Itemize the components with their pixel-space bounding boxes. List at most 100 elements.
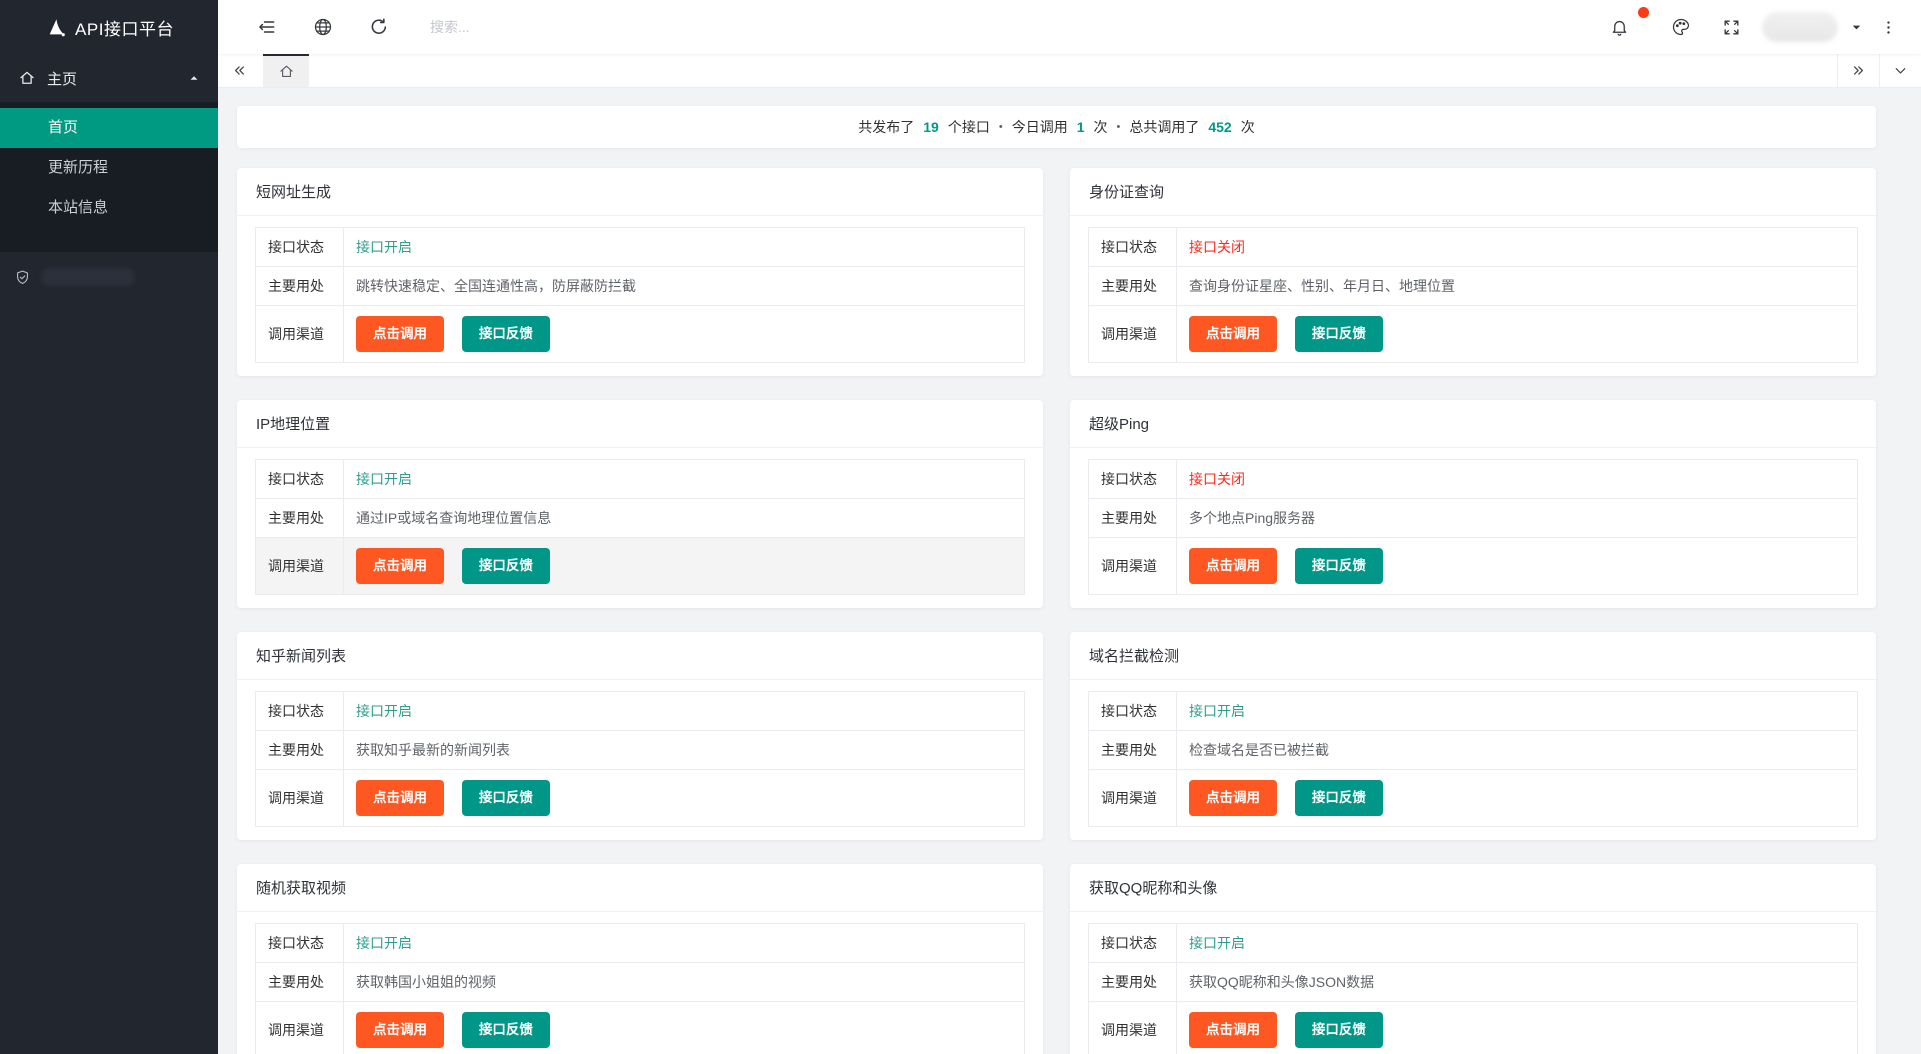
usage-value: 查询身份证星座、性别、年月日、地理位置: [1176, 266, 1858, 306]
sidebar-item-changelog[interactable]: 更新历程: [0, 148, 218, 188]
stats-bar: 共发布了 19 个接口 • 今日调用 1 次 • 总共调用了 452 次: [237, 106, 1876, 148]
api-card: 短网址生成 接口状态 接口开启 主要用处 跳转快速稳定、全国连通性高，防屏蔽防拦…: [237, 168, 1043, 376]
api-card-title: 知乎新闻列表: [237, 632, 1043, 680]
api-card: 获取QQ昵称和头像 接口状态 接口开启 主要用处 获取QQ昵称和头像JSON数据…: [1070, 864, 1876, 1054]
sidebar-item-home-group[interactable]: 主页: [0, 54, 218, 102]
stats-total-prefix: 总共调用了: [1129, 119, 1200, 135]
stats-today-count: 1: [1076, 119, 1085, 135]
caret-up-icon: [188, 72, 200, 84]
call-api-button[interactable]: 点击调用: [1189, 1012, 1277, 1048]
usage-label: 主要用处: [1088, 498, 1177, 538]
stats-separator: •: [998, 121, 1003, 133]
table-row-channel: 调用渠道 点击调用 接口反馈: [255, 537, 1025, 595]
table-row-channel: 调用渠道 点击调用 接口反馈: [1088, 305, 1858, 363]
theme-palette-button[interactable]: [1662, 8, 1700, 46]
usage-value: 通过IP或域名查询地理位置信息: [343, 498, 1025, 538]
api-card-body: 接口状态 接口开启 主要用处 通过IP或域名查询地理位置信息 调用渠道 点击调用…: [237, 448, 1043, 608]
globe-icon[interactable]: [304, 8, 342, 46]
call-api-button[interactable]: 点击调用: [356, 1012, 444, 1048]
usage-value: 跳转快速稳定、全国连通性高，防屏蔽防拦截: [343, 266, 1025, 306]
api-card: 超级Ping 接口状态 接口关闭 主要用处 多个地点Ping服务器 调用渠道 点…: [1070, 400, 1876, 608]
api-feedback-button[interactable]: 接口反馈: [461, 548, 550, 584]
api-card-table: 接口状态 接口关闭 主要用处 查询身份证星座、性别、年月日、地理位置 调用渠道 …: [1088, 227, 1858, 363]
table-row-channel: 调用渠道 点击调用 接口反馈: [1088, 769, 1858, 827]
call-api-button[interactable]: 点击调用: [1189, 548, 1277, 584]
status-value: 接口开启: [343, 691, 1025, 731]
sidebar-item-index[interactable]: 首页: [0, 108, 218, 148]
api-feedback-button[interactable]: 接口反馈: [1294, 548, 1383, 584]
api-feedback-button[interactable]: 接口反馈: [461, 1012, 550, 1048]
avatar[interactable]: [1762, 12, 1838, 42]
top-header: [218, 0, 1921, 54]
table-row-usage: 主要用处 多个地点Ping服务器: [1088, 498, 1858, 538]
channel-label: 调用渠道: [1088, 1001, 1177, 1054]
table-row-channel: 调用渠道 点击调用 接口反馈: [255, 305, 1025, 363]
api-card-body: 接口状态 接口关闭 主要用处 多个地点Ping服务器 调用渠道 点击调用 接口反…: [1070, 448, 1876, 608]
sidebar-item-site-info[interactable]: 本站信息: [0, 188, 218, 228]
stats-separator: •: [1116, 121, 1121, 133]
search-input[interactable]: [430, 19, 1600, 35]
tabs-scroll-left-icon[interactable]: [218, 54, 260, 87]
refresh-icon[interactable]: [360, 8, 398, 46]
api-card-title: 域名拦截检测: [1070, 632, 1876, 680]
table-row-status: 接口状态 接口开启: [255, 227, 1025, 267]
status-label: 接口状态: [1088, 227, 1177, 267]
table-row-status: 接口状态 接口关闭: [1088, 459, 1858, 499]
tab-home[interactable]: [263, 54, 309, 87]
usage-value: 获取知乎最新的新闻列表: [343, 730, 1025, 770]
tabs-menu-chevron-icon[interactable]: [1879, 54, 1921, 87]
table-row-channel: 调用渠道 点击调用 接口反馈: [255, 1001, 1025, 1054]
status-value: 接口开启: [1176, 691, 1858, 731]
notification-dot: [1638, 7, 1649, 18]
sidebar: API接口平台 主页 首页 更新历程 本站信息: [0, 0, 218, 1054]
more-options-icon[interactable]: [1875, 8, 1901, 46]
call-api-button[interactable]: 点击调用: [1189, 780, 1277, 816]
stats-today-suffix: 次: [1093, 119, 1108, 135]
user-menu-caret-icon[interactable]: [1850, 21, 1863, 34]
usage-value: 获取QQ昵称和头像JSON数据: [1176, 962, 1858, 1002]
fullscreen-icon[interactable]: [1712, 8, 1750, 46]
api-feedback-button[interactable]: 接口反馈: [1294, 1012, 1383, 1048]
notifications-button[interactable]: [1600, 7, 1649, 46]
content-area: 共发布了 19 个接口 • 今日调用 1 次 • 总共调用了 452 次 短网址…: [218, 88, 1921, 1054]
call-api-button[interactable]: 点击调用: [356, 316, 444, 352]
table-row-usage: 主要用处 获取QQ昵称和头像JSON数据: [1088, 962, 1858, 1002]
status-value: 接口开启: [1176, 923, 1858, 963]
api-card-title: 获取QQ昵称和头像: [1070, 864, 1876, 912]
call-api-button[interactable]: 点击调用: [356, 548, 444, 584]
api-card: 随机获取视频 接口状态 接口开启 主要用处 获取韩国小姐姐的视频 调用渠道 点击…: [237, 864, 1043, 1054]
main-column: 共发布了 19 个接口 • 今日调用 1 次 • 总共调用了 452 次 短网址…: [218, 0, 1921, 1054]
api-cards-grid: 短网址生成 接口状态 接口开启 主要用处 跳转快速稳定、全国连通性高，防屏蔽防拦…: [237, 168, 1876, 1054]
usage-label: 主要用处: [255, 730, 344, 770]
status-label: 接口状态: [255, 923, 344, 963]
api-card-table: 接口状态 接口开启 主要用处 检查域名是否已被拦截 调用渠道 点击调用 接口反馈: [1088, 691, 1858, 827]
status-label: 接口状态: [255, 459, 344, 499]
api-feedback-button[interactable]: 接口反馈: [1294, 780, 1383, 816]
collapse-sidebar-icon[interactable]: [248, 8, 286, 46]
usage-label: 主要用处: [255, 962, 344, 1002]
table-row-status: 接口状态 接口开启: [255, 459, 1025, 499]
api-card-title: IP地理位置: [237, 400, 1043, 448]
tabs-scroll-right-icon[interactable]: [1837, 54, 1879, 87]
status-label: 接口状态: [255, 691, 344, 731]
api-feedback-button[interactable]: 接口反馈: [461, 316, 550, 352]
api-card: 知乎新闻列表 接口状态 接口开启 主要用处 获取知乎最新的新闻列表 调用渠道 点…: [237, 632, 1043, 840]
usage-label: 主要用处: [1088, 962, 1177, 1002]
status-label: 接口状态: [1088, 459, 1177, 499]
status-value: 接口关闭: [1176, 459, 1858, 499]
table-row-channel: 调用渠道 点击调用 接口反馈: [1088, 1001, 1858, 1054]
api-card: 域名拦截检测 接口状态 接口开启 主要用处 检查域名是否已被拦截 调用渠道 点击…: [1070, 632, 1876, 840]
usage-value: 多个地点Ping服务器: [1176, 498, 1858, 538]
call-api-button[interactable]: 点击调用: [356, 780, 444, 816]
sidebar-footer: [0, 268, 218, 286]
api-feedback-button[interactable]: 接口反馈: [461, 780, 550, 816]
channel-label: 调用渠道: [255, 537, 344, 595]
header-actions: [1600, 7, 1901, 46]
call-api-button[interactable]: 点击调用: [1189, 316, 1277, 352]
status-label: 接口状态: [1088, 691, 1177, 731]
api-feedback-button[interactable]: 接口反馈: [1294, 316, 1383, 352]
api-card-body: 接口状态 接口关闭 主要用处 查询身份证星座、性别、年月日、地理位置 调用渠道 …: [1070, 216, 1876, 376]
status-value: 接口开启: [343, 923, 1025, 963]
api-card-body: 接口状态 接口开启 主要用处 获取知乎最新的新闻列表 调用渠道 点击调用 接口反…: [237, 680, 1043, 840]
usage-label: 主要用处: [255, 266, 344, 306]
